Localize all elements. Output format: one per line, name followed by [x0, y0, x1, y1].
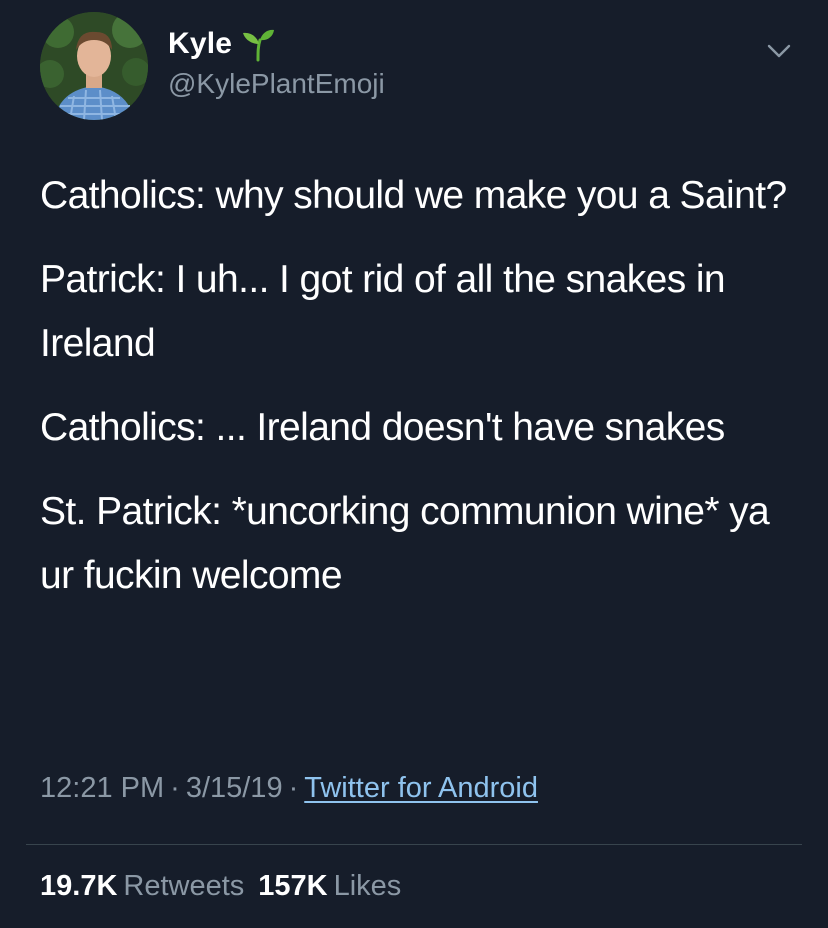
likes-stat[interactable]: 157K Likes: [258, 870, 415, 902]
user-handle[interactable]: @KylePlantEmoji: [168, 68, 385, 100]
meta-separator: ·: [288, 772, 299, 804]
tweet-stats: 19.7K Retweets 157K Likes: [40, 870, 415, 903]
display-name[interactable]: Kyle: [168, 27, 232, 61]
tweet-card: Kyle @KylePlantEmoji Catholics: why shou…: [0, 0, 828, 928]
meta-separator: ·: [170, 772, 180, 804]
avatar[interactable]: [40, 12, 148, 120]
retweets-label: Retweets: [123, 870, 245, 902]
tweet-source-link[interactable]: Twitter for Android: [304, 772, 538, 804]
tweet-text: Catholics: why should we make you a Sain…: [40, 164, 800, 628]
tweet-paragraph: Patrick: I uh... I got rid of all the sn…: [40, 258, 726, 365]
likes-count: 157K: [258, 870, 328, 902]
retweets-stat[interactable]: 19.7K Retweets: [40, 870, 258, 902]
seedling-icon: [243, 29, 275, 62]
tweet-paragraph: Catholics: why should we make you a Sain…: [40, 174, 787, 217]
tweet-paragraph: St. Patrick: *uncorking communion wine* …: [40, 490, 770, 597]
tweet-time: 12:21 PM: [40, 772, 165, 804]
tweet-meta: 12:21 PM · 3/15/19 · Twitter for Android: [40, 772, 538, 805]
avatar-image: [40, 12, 148, 120]
chevron-down-icon[interactable]: [764, 36, 794, 66]
display-name-row: Kyle: [168, 26, 385, 62]
divider: [26, 844, 802, 845]
likes-label: Likes: [333, 870, 402, 902]
tweet-date: 3/15/19: [185, 772, 283, 804]
retweets-count: 19.7K: [40, 870, 118, 902]
tweet-header: Kyle @KylePlantEmoji: [40, 12, 800, 122]
user-names: Kyle @KylePlantEmoji: [168, 26, 385, 100]
tweet-paragraph: Catholics: ... Ireland doesn't have snak…: [40, 406, 725, 449]
